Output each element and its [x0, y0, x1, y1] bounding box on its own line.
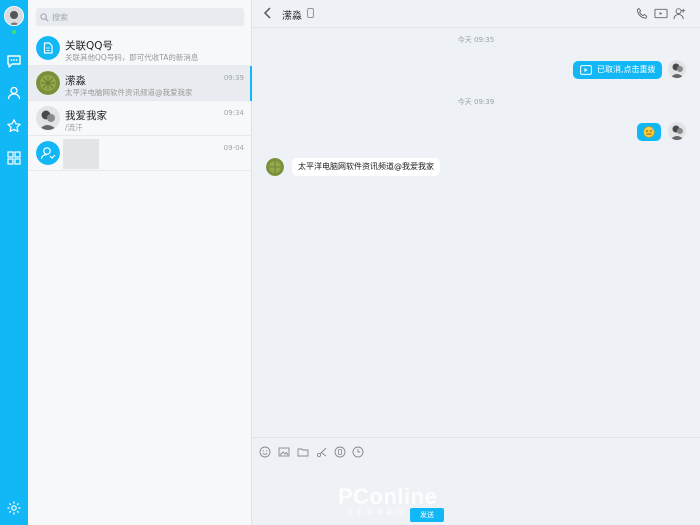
search-input[interactable] [52, 12, 232, 22]
image-icon[interactable] [277, 445, 291, 459]
contact-name: 关联QQ号 [65, 40, 114, 52]
message-text: 已取消,点击重拨 [597, 65, 656, 74]
message-text: 太平洋电脑网软件资讯频道@我爱我家 [298, 162, 434, 171]
video-call-cancelled-icon [580, 65, 592, 75]
contact-row-link-qq[interactable]: 关联QQ号 关联其他QQ号码，即可代收TA的新消息 [28, 31, 252, 66]
message-timestamp: 今天 09:39 [457, 98, 495, 106]
search-box[interactable] [36, 8, 244, 26]
emoji-icon[interactable] [258, 445, 272, 459]
my-avatar[interactable] [4, 6, 24, 26]
contact-row[interactable]: 09-04 [28, 136, 252, 171]
message-bubble-in[interactable]: 太平洋电脑网软件资讯频道@我爱我家 [292, 158, 440, 176]
contacts-icon[interactable] [5, 84, 23, 102]
profile-info-icon[interactable] [673, 7, 686, 23]
shake-icon[interactable] [333, 445, 347, 459]
favorites-star-icon[interactable] [5, 117, 23, 135]
online-status-dot [12, 30, 16, 34]
link-qq-avatar [36, 36, 60, 60]
message-bubble-out[interactable]: 已取消,点击重拨 [573, 61, 662, 79]
history-clock-icon[interactable] [351, 445, 365, 459]
contact-avatar [36, 106, 60, 130]
send-button[interactable]: 发送 [410, 508, 444, 522]
contact-time: 09-04 [223, 144, 244, 152]
message-icon[interactable] [5, 52, 23, 70]
message-bubble-out[interactable] [637, 123, 661, 141]
video-call-icon[interactable] [654, 7, 668, 23]
my-message-avatar [668, 122, 686, 140]
input-toolbar [252, 437, 700, 465]
sweat-emoji-icon [643, 126, 655, 138]
message-timestamp: 今天 09:35 [457, 36, 495, 44]
contact-preview: /流汗 [65, 123, 83, 132]
voice-call-icon[interactable] [636, 7, 649, 23]
contact-preview: 关联其他QQ号码，即可代收TA的新消息 [65, 53, 199, 62]
contact-preview: 太平洋电脑网软件资讯频道@我爱我家 [65, 88, 193, 97]
contact-name: 潆淼 [65, 75, 86, 87]
settings-gear-icon[interactable] [5, 499, 23, 517]
search-icon [40, 12, 49, 21]
back-chevron-icon[interactable] [262, 6, 274, 23]
apps-grid-icon[interactable] [5, 149, 23, 167]
left-rail [0, 0, 28, 525]
conversation-list: 关联QQ号 关联其他QQ号码，即可代收TA的新消息 潆淼 太平洋电脑网软件资讯频… [28, 0, 252, 525]
folder-icon[interactable] [296, 445, 310, 459]
watermark-subtitle: 太平洋电脑网 [346, 508, 406, 516]
my-message-avatar [668, 60, 686, 78]
hidden-content-placeholder [63, 139, 99, 169]
contact-message-avatar [266, 158, 284, 176]
contact-row[interactable]: 我爱我家 /流汗 09:34 [28, 101, 252, 136]
contact-avatar [36, 141, 60, 165]
chat-title: 潆淼 [282, 11, 302, 22]
contact-name: 我爱我家 [65, 110, 107, 122]
chat-panel: 潆淼 今天 09:35 已取消,点击重拨 今天 09:39 太平洋电脑网软件资讯… [252, 0, 700, 525]
contact-time: 09:34 [223, 109, 244, 117]
scissors-icon[interactable] [315, 445, 329, 459]
contact-avatar [36, 71, 60, 95]
chat-header: 潆淼 [252, 0, 700, 28]
contact-time: 09:39 [223, 74, 244, 82]
contact-row-active[interactable]: 潆淼 太平洋电脑网软件资讯频道@我爱我家 09:39 [28, 66, 252, 101]
mobile-online-icon [307, 8, 314, 21]
